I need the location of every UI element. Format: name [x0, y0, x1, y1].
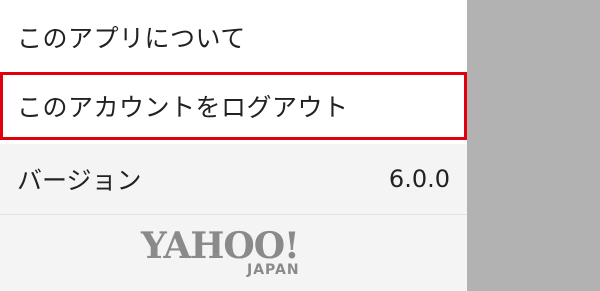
about-app-label: このアプリについて: [17, 23, 246, 53]
version-value: 6.0.0: [388, 165, 450, 193]
logout-account-menu-item[interactable]: このアカウントをログアウト: [0, 72, 467, 140]
yahoo-logo-text: YAHOO!: [141, 225, 300, 267]
version-row: バージョン 6.0.0: [0, 144, 467, 214]
japan-logo-text: JAPAN: [247, 262, 300, 278]
menu-footer: バージョン 6.0.0 YAHOO! JAPAN: [0, 144, 467, 291]
logout-account-label: このアカウントをログアウト: [17, 93, 349, 122]
side-menu-panel: このアプリについて このアカウントをログアウト バージョン 6.0.0 YAHO…: [0, 0, 467, 291]
footer-divider: [0, 214, 467, 215]
drawer-scrim-overlay[interactable]: [467, 0, 600, 291]
yahoo-japan-logo: YAHOO! JAPAN: [141, 228, 327, 278]
version-label: バージョン: [17, 166, 142, 195]
about-app-menu-item[interactable]: このアプリについて: [0, 0, 467, 73]
